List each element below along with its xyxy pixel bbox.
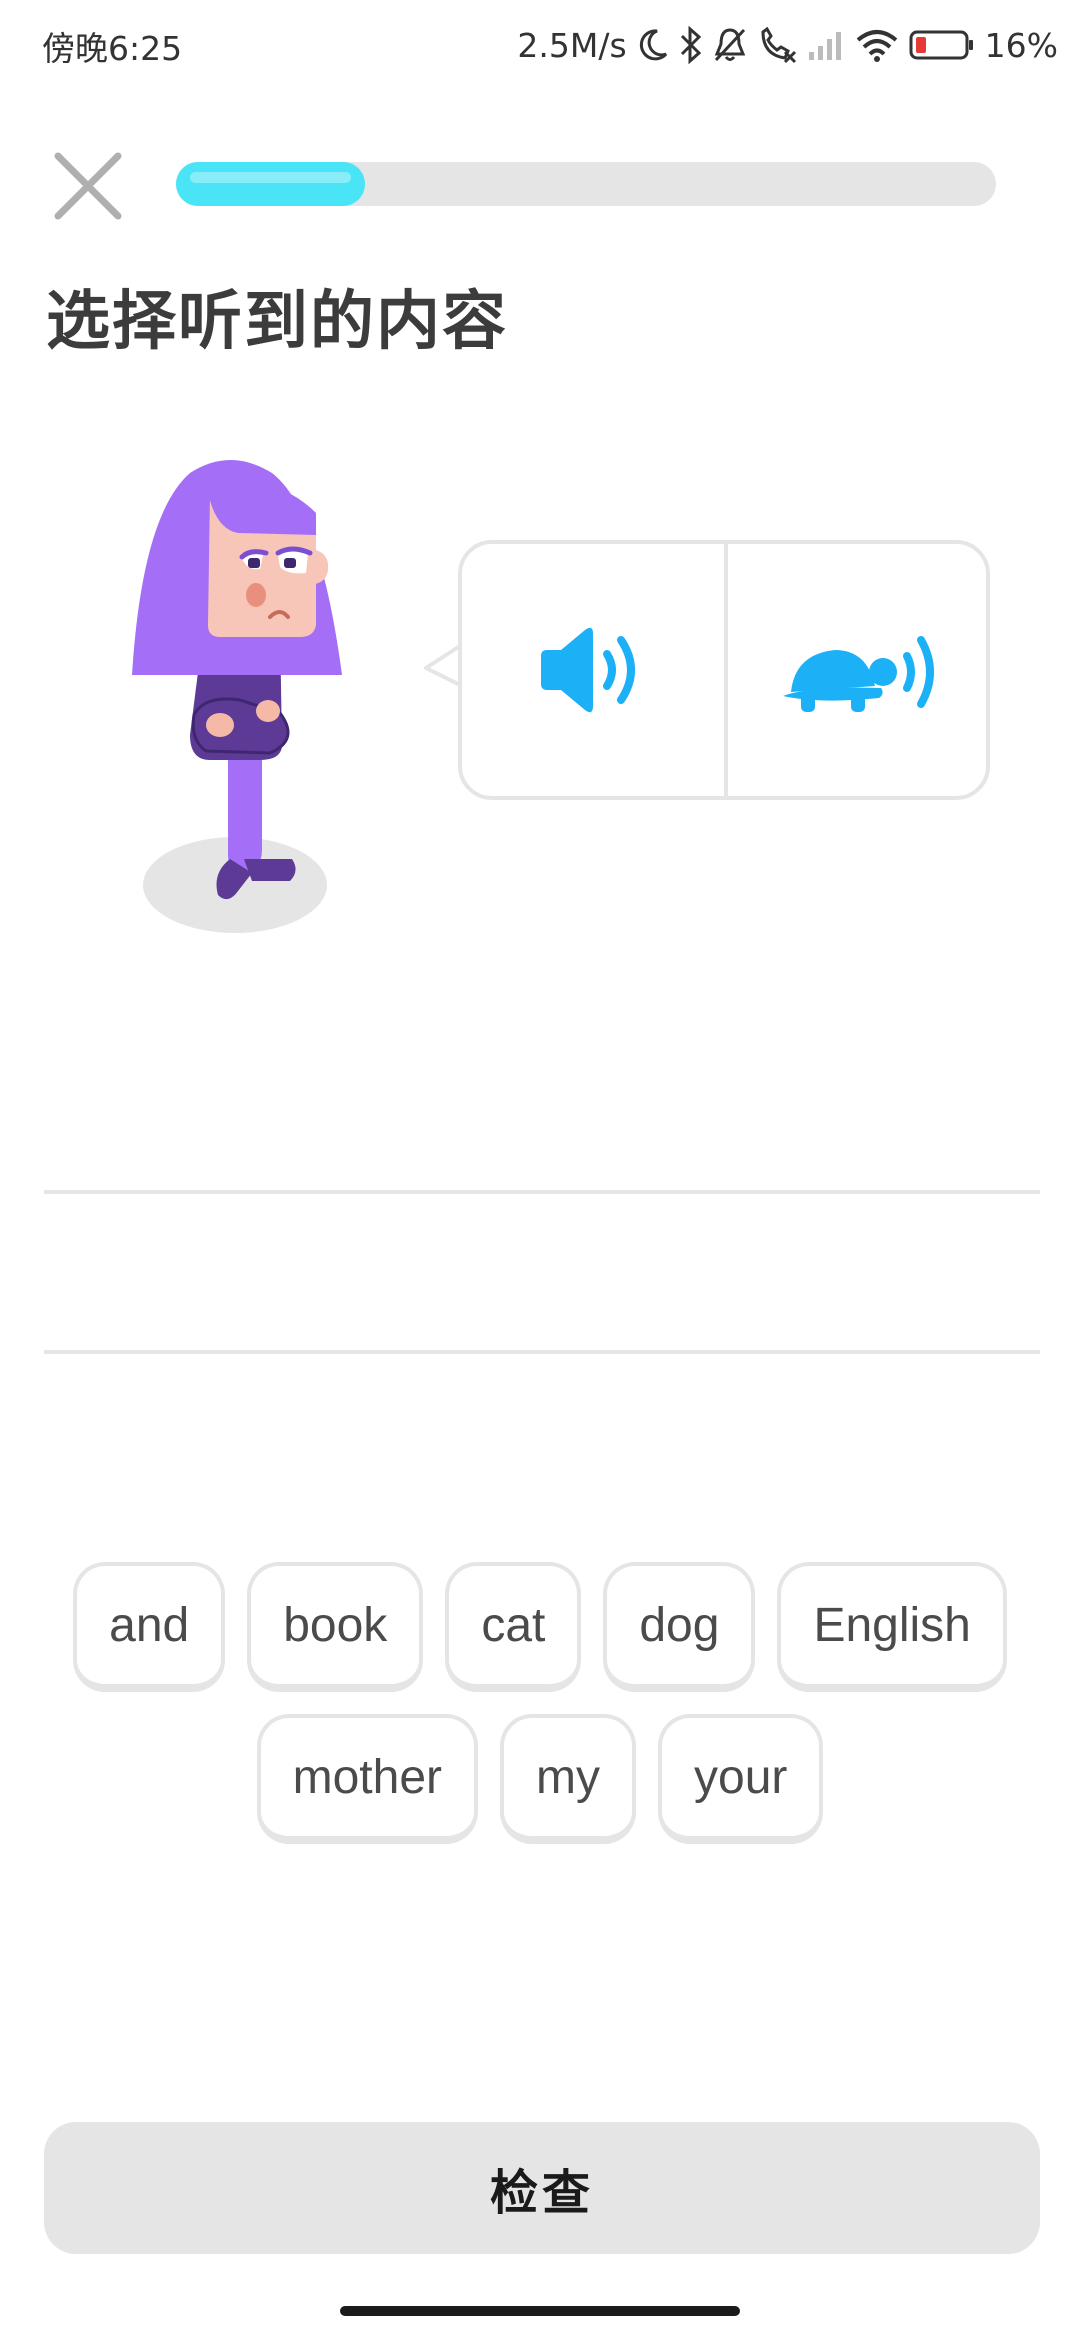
word-bank-row-2: mother my your bbox=[0, 1714, 1080, 1844]
word-chip-my[interactable]: my bbox=[500, 1714, 636, 1844]
moon-icon bbox=[639, 29, 667, 61]
wifi-icon bbox=[856, 30, 897, 62]
battery-icon bbox=[909, 30, 973, 60]
word-chip-and[interactable]: and bbox=[73, 1562, 226, 1692]
answer-line-2 bbox=[44, 1350, 1040, 1354]
word-chip-dog[interactable]: dog bbox=[603, 1562, 756, 1692]
word-chip-mother[interactable]: mother bbox=[256, 1714, 479, 1844]
bluetooth-icon bbox=[680, 26, 701, 64]
progress-shine bbox=[190, 172, 351, 183]
network-speed: 2.5M/s bbox=[517, 25, 627, 65]
bell-off-icon bbox=[714, 28, 745, 62]
word-chip-cat[interactable]: cat bbox=[445, 1562, 582, 1692]
home-indicator[interactable] bbox=[340, 2306, 740, 2316]
battery-percent: 16% bbox=[984, 25, 1058, 65]
lesson-progress-fill bbox=[176, 162, 365, 206]
character-illustration bbox=[120, 455, 360, 940]
close-button[interactable] bbox=[48, 146, 128, 226]
speech-bubble bbox=[458, 540, 990, 800]
play-slow-audio-button[interactable] bbox=[728, 544, 990, 796]
turtle-speaker-icon bbox=[783, 636, 934, 712]
word-bank: and book cat dog English mother my your bbox=[0, 1562, 1080, 1866]
status-bar: 傍晚6:25 2.5M/s 16% bbox=[0, 0, 1080, 90]
answer-line-1 bbox=[44, 1190, 1040, 1194]
speaker-icon bbox=[541, 627, 635, 713]
word-chip-book[interactable]: book bbox=[247, 1562, 424, 1692]
close-icon bbox=[54, 152, 122, 220]
lesson-progress-bar bbox=[176, 162, 996, 206]
status-icons: 2.5M/s 16% bbox=[517, 22, 1058, 68]
signal-icon bbox=[808, 32, 841, 60]
page-title: 选择听到的内容 bbox=[46, 285, 508, 359]
status-time: 傍晚6:25 bbox=[42, 29, 183, 68]
word-chip-your[interactable]: your bbox=[658, 1714, 824, 1844]
play-audio-button[interactable] bbox=[462, 544, 724, 796]
call-off-icon bbox=[761, 26, 796, 64]
word-bank-row-1: and book cat dog English bbox=[0, 1562, 1080, 1692]
word-chip-english[interactable]: English bbox=[777, 1562, 1007, 1692]
check-button[interactable]: 检查 bbox=[44, 2122, 1040, 2254]
